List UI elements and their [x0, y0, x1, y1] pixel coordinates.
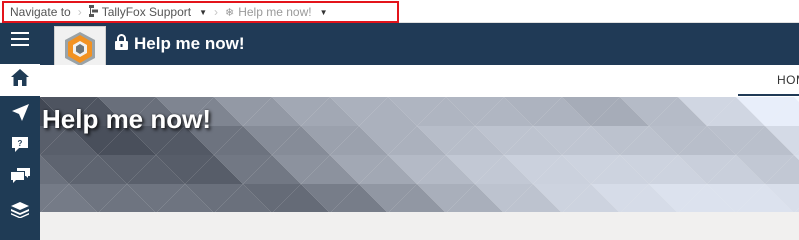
chevron-down-icon: ▼	[199, 7, 207, 17]
hamburger-icon	[11, 31, 29, 51]
chat-bubbles-icon	[10, 168, 30, 190]
breadcrumb-separator: ›	[214, 5, 218, 19]
paper-plane-icon	[11, 104, 29, 126]
snowflake-icon: ❄	[225, 6, 235, 19]
sitemap-icon	[88, 4, 98, 20]
menu-toggle-button[interactable]	[0, 25, 40, 57]
tab-home-label: HOME	[777, 73, 799, 87]
tab-home[interactable]: HOME	[738, 66, 799, 96]
site-title: Help me now!	[115, 32, 245, 56]
chevron-down-icon: ▼	[319, 7, 328, 17]
lock-icon	[115, 33, 128, 55]
site-title-label: Help me now!	[134, 34, 245, 53]
nav-book-button[interactable]	[0, 196, 40, 228]
question-bubble-icon: ?	[11, 136, 29, 158]
nav-chat-button[interactable]	[0, 163, 40, 195]
home-icon	[11, 69, 29, 91]
breadcrumb-page-menu[interactable]: ❄ Help me now! ▼	[225, 5, 328, 19]
page-content	[40, 212, 799, 240]
tab-strip	[40, 65, 799, 97]
book-stack-icon	[11, 201, 29, 223]
svg-text:?: ?	[18, 139, 23, 148]
nav-navigate-button[interactable]	[0, 99, 40, 131]
breadcrumb: Navigate to › TallyFox Support ▼ › ❄ Hel…	[2, 1, 399, 23]
breadcrumb-site-label: TallyFox Support	[101, 5, 192, 19]
banner-title: Help me now!	[42, 104, 212, 134]
breadcrumb-site-menu[interactable]: TallyFox Support ▼	[88, 4, 207, 20]
breadcrumb-root-label: Navigate to	[10, 5, 71, 19]
nav-help-button[interactable]: ?	[0, 131, 40, 163]
left-nav-rail: ?	[0, 23, 40, 240]
breadcrumb-navigate-to[interactable]: Navigate to	[10, 5, 71, 19]
breadcrumb-page-label: Help me now!	[238, 5, 312, 19]
breadcrumb-separator: ›	[77, 5, 82, 19]
nav-home-button[interactable]	[0, 64, 40, 96]
